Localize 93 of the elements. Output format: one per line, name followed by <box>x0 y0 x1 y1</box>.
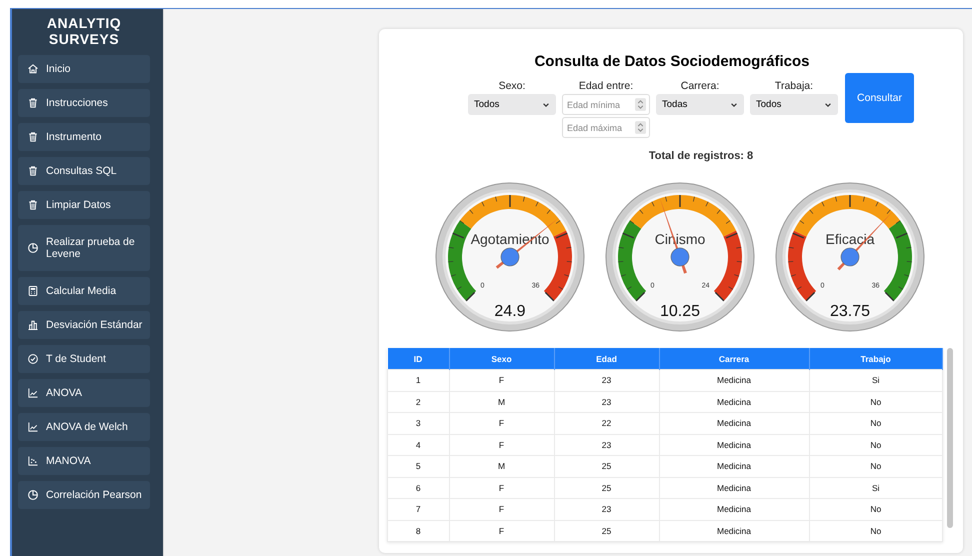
table-cell: Medicina <box>659 391 809 412</box>
sidebar-item[interactable]: ANOVA de Welch <box>18 413 150 441</box>
calculator-icon <box>27 285 39 297</box>
table-cell: Medicina <box>659 498 809 520</box>
gauge-value: 24.9 <box>494 303 526 320</box>
table-cell: 25 <box>554 456 659 477</box>
scatter-chart-icon <box>27 455 39 467</box>
caret-icon <box>824 100 832 108</box>
table-cell: 5 <box>388 456 449 477</box>
bar-chart-icon <box>27 319 39 331</box>
caret-icon <box>542 100 550 108</box>
table-cell: No <box>809 412 942 434</box>
sidebar-item[interactable]: Instrucciones <box>18 89 150 117</box>
table-cell: 25 <box>554 477 659 498</box>
table-cell: Medicina <box>659 412 809 434</box>
column-header: Carrera <box>659 348 809 370</box>
sidebar-item[interactable]: T de Student <box>18 345 150 373</box>
table-cell: F <box>449 434 554 456</box>
caret-icon <box>730 100 738 108</box>
dropdown[interactable]: Todos <box>750 94 838 115</box>
column-header: Sexo <box>449 348 554 370</box>
number-field[interactable]: Edad máxima <box>562 117 650 138</box>
table-cell: 23 <box>554 434 659 456</box>
table-cell: 23 <box>554 370 659 391</box>
pie-icon <box>27 489 39 501</box>
table-cell: 3 <box>388 412 449 434</box>
table-cell: 1 <box>388 370 449 391</box>
table-cell: 4 <box>388 434 449 456</box>
column-header: Trabajo <box>809 348 942 370</box>
table-cell: Medicina <box>659 456 809 477</box>
table-cell: 23 <box>554 498 659 520</box>
gauge-value: 10.25 <box>660 303 700 320</box>
table-cell: 6 <box>388 477 449 498</box>
dropdown[interactable]: Todas <box>656 94 744 115</box>
sidebar-item[interactable]: Correlación Pearson <box>18 481 150 509</box>
table-cell: Medicina <box>659 370 809 391</box>
pie-icon <box>27 242 39 254</box>
number-field[interactable]: Edad mínima <box>562 94 650 115</box>
table-cell: No <box>809 498 942 520</box>
sidebar-item[interactable]: Instrumento <box>18 123 150 151</box>
trash-icon <box>27 165 39 177</box>
table-cell: No <box>809 434 942 456</box>
dropdown[interactable]: Todos <box>468 94 556 115</box>
check-circle-icon <box>27 353 39 365</box>
table-cell: 8 <box>388 520 449 542</box>
sidebar-item[interactable]: ANOVA <box>18 379 150 407</box>
filter-label: Trabaja: <box>774 80 814 92</box>
sidebar-item[interactable]: Calcular Media <box>18 277 150 305</box>
sidebar-item[interactable]: Consultas SQL <box>18 157 150 185</box>
line-chart-icon <box>27 387 39 399</box>
column-header: Edad <box>554 348 659 370</box>
sidebar-item[interactable]: Inicio <box>18 55 150 83</box>
table-cell: Medicina <box>659 477 809 498</box>
trash-icon <box>27 131 39 143</box>
page-title: Consulta de Datos Sociodemográficos <box>534 53 810 70</box>
column-header: ID <box>388 348 449 370</box>
app-title: ANALYTIQ SURVEYS <box>46 15 122 47</box>
filter-label: Edad entre: <box>578 80 634 92</box>
table-cell: F <box>449 477 554 498</box>
table-cell: 23 <box>554 391 659 412</box>
filter-label: Sexo: <box>498 80 526 92</box>
table-cell: M <box>449 391 554 412</box>
sidebar-item[interactable]: Limpiar Datos <box>18 191 150 219</box>
table-cell: Medicina <box>659 434 809 456</box>
submit-button[interactable]: Consultar <box>845 73 914 123</box>
line-chart-icon <box>27 421 39 433</box>
filter-label: Carrera: <box>680 80 720 92</box>
table-cell: No <box>809 520 942 542</box>
table-cell: No <box>809 391 942 412</box>
table-cell: 25 <box>554 520 659 542</box>
scrollbar[interactable] <box>947 348 953 528</box>
sidebar-item[interactable]: Realizar prueba de Levene <box>18 225 150 271</box>
gauge-value: 23.75 <box>830 303 870 320</box>
table-cell: Medicina <box>659 520 809 542</box>
table-cell: F <box>449 498 554 520</box>
sidebar-item[interactable]: MANOVA <box>18 447 150 475</box>
home-icon <box>27 63 39 75</box>
table-cell: No <box>809 456 942 477</box>
sidebar-item[interactable]: Desviación Estándar <box>18 311 150 339</box>
table-cell: 7 <box>388 498 449 520</box>
table-cell: 22 <box>554 412 659 434</box>
table-cell: 2 <box>388 391 449 412</box>
trash-icon <box>27 199 39 211</box>
table-cell: F <box>449 520 554 542</box>
trash-icon <box>27 97 39 109</box>
table-cell: M <box>449 456 554 477</box>
table-cell: Si <box>809 477 942 498</box>
table-cell: F <box>449 370 554 391</box>
spinner-icon[interactable] <box>635 121 646 134</box>
table-cell: F <box>449 412 554 434</box>
spinner-icon[interactable] <box>635 98 646 111</box>
record-total: Total de registros: 8 <box>648 150 754 162</box>
table-cell: Si <box>809 370 942 391</box>
